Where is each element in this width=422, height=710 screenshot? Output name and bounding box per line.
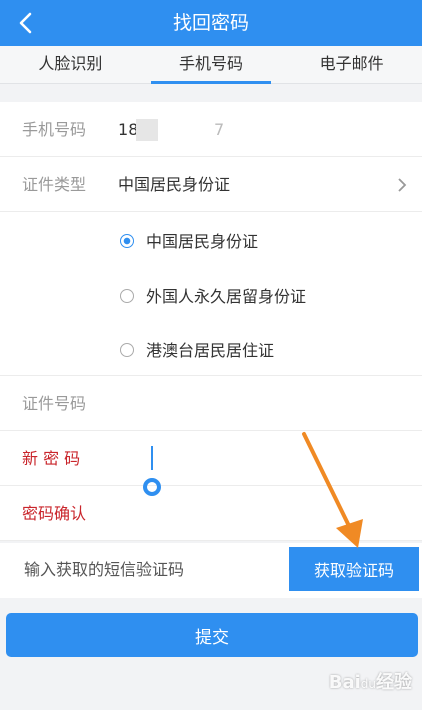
get-code-button[interactable]: 获取验证码 xyxy=(289,547,419,591)
id-number-row: 证件号码 xyxy=(0,376,422,431)
phone-label: 手机号码 xyxy=(22,120,87,139)
id-type-value: 中国居民身份证 xyxy=(118,175,231,194)
tab-face-recognition[interactable]: 人脸识别 xyxy=(0,46,141,83)
phone-redaction xyxy=(136,119,158,141)
sms-code-input[interactable] xyxy=(24,553,274,589)
id-type-options: 中国居民身份证 外国人永久居留身份证 港澳台居民居住证 xyxy=(0,212,422,376)
tab-bar: 人脸识别 手机号码 电子邮件 xyxy=(0,46,422,84)
id-option-cn-id[interactable]: 中国居民身份证 xyxy=(120,228,258,252)
baidu-watermark: Baidu经验 xyxy=(328,672,412,693)
radio-selected-icon xyxy=(120,234,134,248)
new-password-label: 新 密 码 xyxy=(22,449,81,468)
phone-value-end: 7 xyxy=(214,120,225,139)
page-title: 找回密码 xyxy=(172,12,249,34)
new-password-row: 新 密 码 xyxy=(0,431,422,486)
reset-password-form: 手机号码 18 7 证件类型 中国居民身份证 中国居民身份证 外国人永久居留身份… xyxy=(0,102,422,541)
id-number-input[interactable] xyxy=(118,388,398,420)
radio-unselected-icon xyxy=(120,343,134,357)
text-cursor-handle-icon xyxy=(143,446,161,496)
tab-phone-number[interactable]: 手机号码 xyxy=(141,46,282,84)
id-number-label: 证件号码 xyxy=(22,394,87,413)
id-option-hk-macao-taiwan[interactable]: 港澳台居民居住证 xyxy=(120,337,274,361)
phone-row[interactable]: 手机号码 18 7 xyxy=(0,102,422,157)
title-bar: 找回密码 xyxy=(0,0,422,46)
radio-unselected-icon xyxy=(120,289,134,303)
id-option-foreigner-permanent[interactable]: 外国人永久居留身份证 xyxy=(120,283,306,307)
id-type-row[interactable]: 证件类型 中国居民身份证 xyxy=(0,157,422,212)
chevron-right-icon xyxy=(398,178,407,192)
confirm-password-row: 密码确认 xyxy=(0,486,422,541)
submit-button[interactable]: 提交 xyxy=(6,613,418,657)
tab-email[interactable]: 电子邮件 xyxy=(281,46,422,83)
confirm-password-label: 密码确认 xyxy=(22,504,87,523)
id-type-label: 证件类型 xyxy=(22,175,87,194)
